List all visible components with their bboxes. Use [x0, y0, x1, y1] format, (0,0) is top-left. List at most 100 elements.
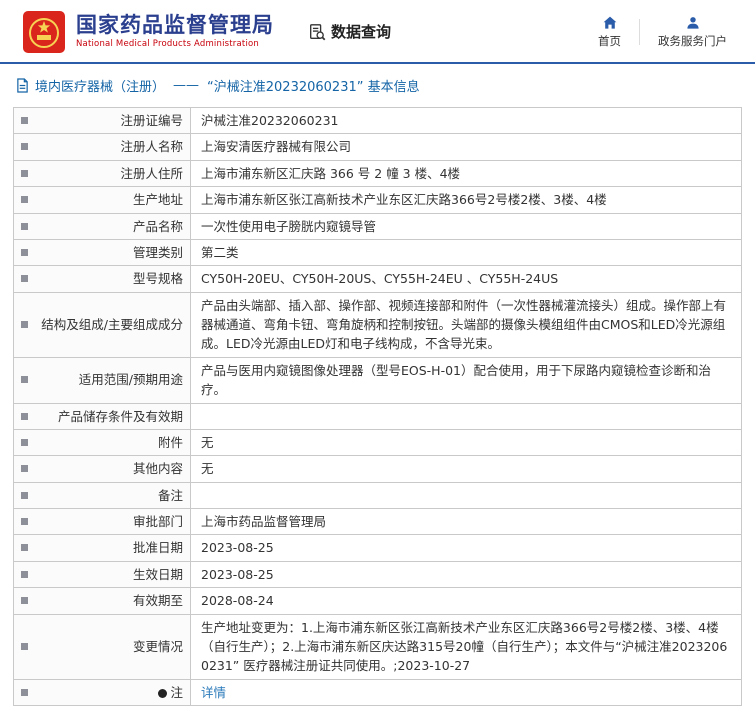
row-value: 沪械注准20232060231 — [191, 108, 742, 134]
row-label: 结构及组成/主要组成成分 — [14, 292, 191, 357]
table-row: 结构及组成/主要组成成分 产品由头端部、插入部、操作部、视频连接部和附件（一次性… — [14, 292, 742, 357]
data-query-label: 数据查询 — [331, 21, 391, 42]
registration-info-table: 注册证编号 沪械注准20232060231 注册人名称 上海安清医疗器械有限公司… — [13, 107, 742, 706]
nav-portal-label: 政务服务门户 — [658, 33, 727, 49]
nav-portal[interactable]: 政务服务门户 — [640, 15, 745, 49]
row-marker-icon — [21, 196, 28, 203]
table-row: 管理类别 第二类 — [14, 239, 742, 265]
row-label: 有效期至 — [14, 588, 191, 614]
breadcrumb-separator: —— — [173, 78, 199, 93]
row-marker-icon — [21, 689, 28, 696]
row-label: 注 — [14, 679, 191, 705]
detail-link[interactable]: 详情 — [201, 685, 226, 700]
table-row: 备注 — [14, 482, 742, 508]
row-value: 上海市浦东新区张江高新技术产业东区汇庆路366号2号楼2楼、3楼、4楼 — [191, 187, 742, 213]
table-row: 生效日期 2023-08-25 — [14, 561, 742, 587]
row-value — [191, 482, 742, 508]
document-icon — [16, 78, 29, 93]
row-label: 其他内容 — [14, 456, 191, 482]
table-row: 适用范围/预期用途 产品与医用内窥镜图像处理器（型号EOS-H-01）配合使用，… — [14, 357, 742, 403]
table-row: 注册证编号 沪械注准20232060231 — [14, 108, 742, 134]
table-row: 注册人住所 上海市浦东新区汇庆路 366 号 2 幢 3 楼、4楼 — [14, 160, 742, 186]
row-label: 备注 — [14, 482, 191, 508]
row-label: 生产地址 — [14, 187, 191, 213]
row-marker-icon — [21, 544, 28, 551]
row-value: 上海市药品监督管理局 — [191, 509, 742, 535]
row-value: 一次性使用电子膀胱内窥镜导管 — [191, 213, 742, 239]
row-label: 变更情况 — [14, 614, 191, 679]
row-label: 产品储存条件及有效期 — [14, 403, 191, 429]
row-marker-icon — [21, 249, 28, 256]
row-value: 上海市浦东新区汇庆路 366 号 2 幢 3 楼、4楼 — [191, 160, 742, 186]
table-row: 有效期至 2028-08-24 — [14, 588, 742, 614]
table-row: 审批部门 上海市药品监督管理局 — [14, 509, 742, 535]
row-label: 附件 — [14, 429, 191, 455]
agency-name-en: National Medical Products Administration — [76, 39, 274, 49]
nav-home[interactable]: 首页 — [580, 15, 639, 49]
row-marker-icon — [21, 597, 28, 604]
row-value: 产品与医用内窥镜图像处理器（型号EOS-H-01）配合使用，用于下尿路内窥镜检查… — [191, 357, 742, 403]
table-row-note: 注 详情 — [14, 679, 742, 705]
row-value: 无 — [191, 429, 742, 455]
row-marker-icon — [21, 223, 28, 230]
row-value: 生产地址变更为：1.上海市浦东新区张江高新技术产业东区汇庆路366号2号楼2楼、… — [191, 614, 742, 679]
row-label: 注册证编号 — [14, 108, 191, 134]
row-marker-icon — [21, 518, 28, 525]
row-label: 产品名称 — [14, 213, 191, 239]
agency-titles: 国家药品监督管理局 National Medical Products Admi… — [76, 14, 274, 49]
row-label: 注册人名称 — [14, 134, 191, 160]
data-query-title[interactable]: 数据查询 — [308, 21, 391, 42]
row-marker-icon — [21, 439, 28, 446]
row-value: 2023-08-25 — [191, 535, 742, 561]
row-value: 2028-08-24 — [191, 588, 742, 614]
row-marker-icon — [21, 321, 28, 328]
row-marker-icon — [21, 413, 28, 420]
row-marker-icon — [21, 492, 28, 499]
table-row: 产品储存条件及有效期 — [14, 403, 742, 429]
table-row: 批准日期 2023-08-25 — [14, 535, 742, 561]
row-label: 适用范围/预期用途 — [14, 357, 191, 403]
row-value: 上海安清医疗器械有限公司 — [191, 134, 742, 160]
person-icon — [685, 15, 701, 31]
row-value: 无 — [191, 456, 742, 482]
nmpa-logo[interactable] — [22, 10, 66, 54]
note-dot-icon — [158, 689, 167, 698]
row-value: 详情 — [191, 679, 742, 705]
row-value: 第二类 — [191, 239, 742, 265]
table-row: 产品名称 一次性使用电子膀胱内窥镜导管 — [14, 213, 742, 239]
breadcrumb: 境内医疗器械（注册） —— “沪械注准20232060231” 基本信息 — [0, 64, 755, 105]
table-row: 生产地址 上海市浦东新区张江高新技术产业东区汇庆路366号2号楼2楼、3楼、4楼 — [14, 187, 742, 213]
row-value — [191, 403, 742, 429]
row-marker-icon — [21, 376, 28, 383]
table-row: 附件 无 — [14, 429, 742, 455]
table-row: 注册人名称 上海安清医疗器械有限公司 — [14, 134, 742, 160]
row-marker-icon — [21, 275, 28, 282]
agency-name-cn: 国家药品监督管理局 — [76, 14, 274, 37]
row-label: 生效日期 — [14, 561, 191, 587]
table-row: 其他内容 无 — [14, 456, 742, 482]
site-header: 国家药品监督管理局 National Medical Products Admi… — [0, 0, 755, 62]
row-value: 产品由头端部、插入部、操作部、视频连接部和附件（一次性器械灌流接头）组成。操作部… — [191, 292, 742, 357]
row-marker-icon — [21, 465, 28, 472]
nav-home-label: 首页 — [598, 33, 621, 49]
row-label: 型号规格 — [14, 266, 191, 292]
home-icon — [602, 15, 618, 31]
row-value: 2023-08-25 — [191, 561, 742, 587]
page-title: “沪械注准20232060231” 基本信息 — [207, 76, 420, 95]
data-query-icon — [308, 23, 326, 41]
row-marker-icon — [21, 571, 28, 578]
row-marker-icon — [21, 170, 28, 177]
table-row: 变更情况 生产地址变更为：1.上海市浦东新区张江高新技术产业东区汇庆路366号2… — [14, 614, 742, 679]
row-label: 管理类别 — [14, 239, 191, 265]
row-label: 审批部门 — [14, 509, 191, 535]
row-marker-icon — [21, 643, 28, 650]
row-marker-icon — [21, 143, 28, 150]
row-value: CY50H-20EU、CY50H-20US、CY55H-24EU 、CY55H-… — [191, 266, 742, 292]
table-row: 型号规格 CY50H-20EU、CY50H-20US、CY55H-24EU 、C… — [14, 266, 742, 292]
row-label: 注册人住所 — [14, 160, 191, 186]
breadcrumb-category: 境内医疗器械（注册） — [35, 76, 165, 95]
row-marker-icon — [21, 117, 28, 124]
header-left: 国家药品监督管理局 National Medical Products Admi… — [22, 10, 391, 54]
row-label: 批准日期 — [14, 535, 191, 561]
header-nav: 首页 政务服务门户 — [580, 15, 745, 49]
